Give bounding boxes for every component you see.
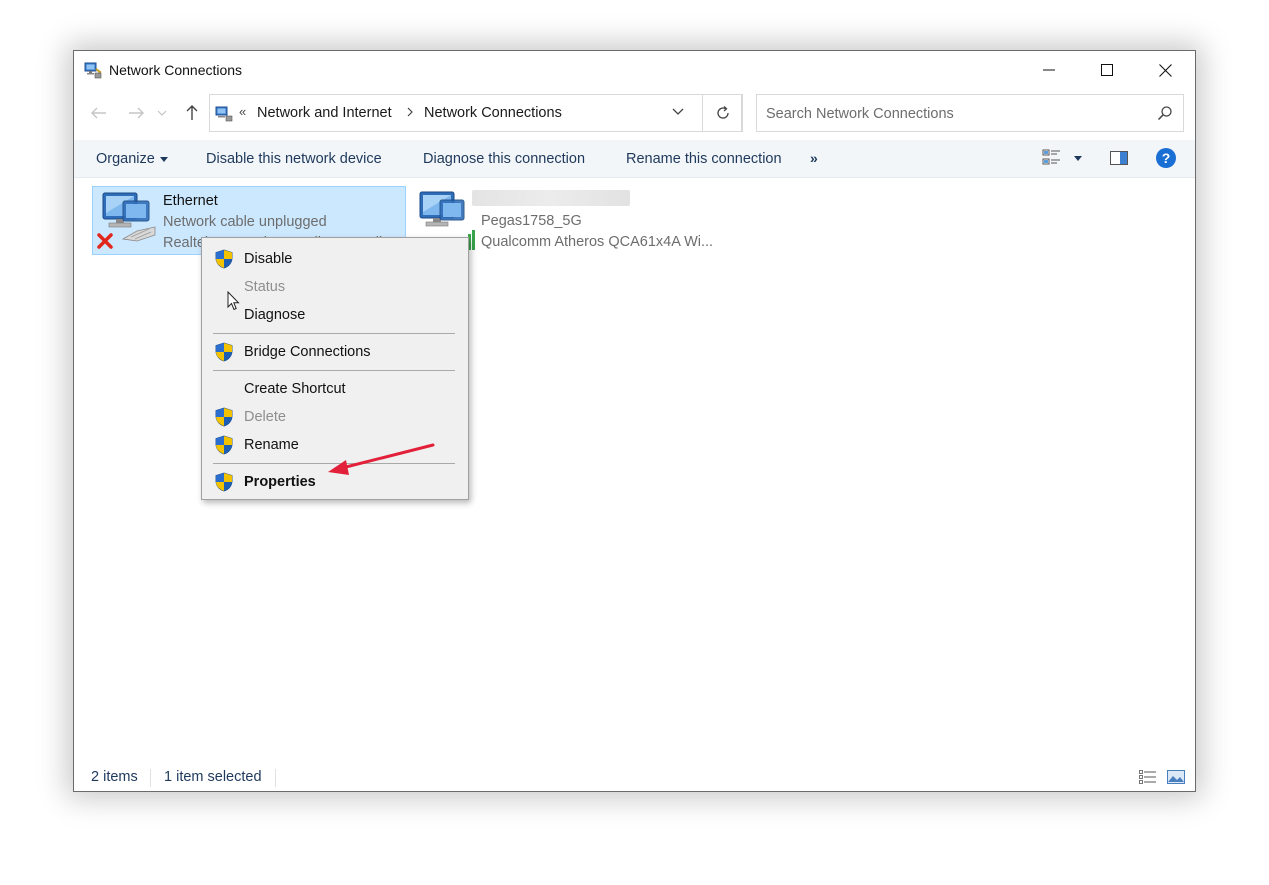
caret-down-icon[interactable] bbox=[1074, 156, 1082, 161]
connection-name-redacted bbox=[472, 190, 630, 206]
breadcrumb-network-connections[interactable]: Network Connections bbox=[424, 105, 562, 121]
menu-item-label: Bridge Connections bbox=[244, 344, 371, 360]
change-view-icon[interactable] bbox=[1042, 148, 1062, 168]
close-button[interactable] bbox=[1136, 51, 1194, 89]
uac-shield-icon bbox=[215, 435, 233, 455]
network-connections-icon bbox=[84, 62, 102, 79]
up-arrow-icon bbox=[186, 105, 198, 120]
status-divider bbox=[150, 769, 151, 787]
menu-item-create-shortcut[interactable]: Create Shortcut bbox=[204, 376, 466, 402]
diagnose-connection-button[interactable]: Diagnose this connection bbox=[423, 151, 585, 167]
command-bar: Organize Disable this network device Dia… bbox=[74, 140, 1195, 178]
preview-pane-icon[interactable] bbox=[1110, 151, 1128, 165]
connection-device: Qualcomm Atheros QCA61x4A Wi... bbox=[481, 234, 714, 250]
minimize-button[interactable] bbox=[1020, 51, 1078, 89]
window-title: Network Connections bbox=[109, 62, 243, 78]
maximize-icon bbox=[1101, 64, 1113, 76]
menu-item-disable[interactable]: Disable bbox=[204, 246, 466, 272]
close-icon bbox=[1158, 63, 1172, 77]
menu-item-delete[interactable]: Delete bbox=[204, 404, 466, 430]
network-connections-window: Network Connections « Network and Intern… bbox=[73, 50, 1196, 792]
connection-status: Pegas1758_5G bbox=[481, 213, 582, 229]
disable-device-button[interactable]: Disable this network device bbox=[206, 151, 382, 167]
back-button[interactable] bbox=[87, 101, 111, 125]
organize-menu-button[interactable]: Organize bbox=[96, 151, 168, 167]
menu-item-label: Disable bbox=[244, 251, 293, 267]
menu-separator bbox=[213, 333, 455, 334]
search-icon[interactable] bbox=[1157, 105, 1173, 121]
menu-item-bridge-connections[interactable]: Bridge Connections bbox=[204, 339, 466, 365]
uac-shield-icon bbox=[215, 249, 233, 269]
minimize-icon bbox=[1043, 69, 1055, 71]
refresh-button[interactable] bbox=[702, 94, 743, 132]
back-arrow-icon bbox=[91, 107, 106, 119]
menu-item-status[interactable]: Status bbox=[204, 274, 466, 300]
connection-name: Ethernet bbox=[163, 193, 218, 209]
search-input[interactable] bbox=[766, 104, 1146, 124]
selection-count: 1 item selected bbox=[164, 769, 262, 785]
menu-item-properties[interactable]: Properties bbox=[204, 469, 466, 495]
uac-shield-icon bbox=[215, 407, 233, 427]
caret-down-icon bbox=[159, 156, 168, 162]
menu-item-label: Rename bbox=[244, 437, 299, 453]
menu-item-label: Create Shortcut bbox=[244, 381, 346, 397]
maximize-button[interactable] bbox=[1078, 51, 1136, 89]
title-bar[interactable]: Network Connections bbox=[74, 51, 1195, 89]
menu-item-label: Status bbox=[244, 279, 286, 295]
details-view-icon[interactable] bbox=[1139, 770, 1157, 784]
rename-connection-button[interactable]: Rename this connection bbox=[626, 151, 782, 167]
up-button[interactable] bbox=[180, 101, 204, 125]
mouse-cursor-icon bbox=[227, 291, 240, 311]
status-divider bbox=[275, 769, 276, 787]
connection-status: Network cable unplugged bbox=[163, 214, 327, 230]
uac-shield-icon bbox=[215, 342, 233, 362]
menu-item-label: Properties bbox=[244, 474, 316, 490]
address-overflow[interactable]: « bbox=[239, 104, 246, 119]
uac-shield-icon bbox=[215, 472, 233, 492]
menu-item-label: Diagnose bbox=[244, 307, 306, 323]
recent-locations-button[interactable] bbox=[154, 101, 170, 125]
chevron-down-icon[interactable] bbox=[672, 108, 684, 116]
navigation-bar: « Network and Internet Network Connectio… bbox=[74, 89, 1195, 137]
menu-item-diagnose[interactable]: Diagnose bbox=[204, 302, 466, 328]
menu-separator bbox=[213, 370, 455, 371]
context-menu: Disable Status Diagnose Bridge Connectio… bbox=[201, 237, 469, 500]
menu-item-label: Delete bbox=[244, 409, 286, 425]
forward-button[interactable] bbox=[124, 101, 148, 125]
organize-label: Organize bbox=[96, 151, 155, 167]
menu-item-rename[interactable]: Rename bbox=[204, 432, 466, 458]
svg-text:?: ? bbox=[1162, 150, 1171, 166]
address-bar[interactable]: « Network and Internet Network Connectio… bbox=[209, 94, 742, 132]
refresh-icon bbox=[716, 106, 729, 119]
chevron-right-icon[interactable] bbox=[406, 106, 414, 118]
help-icon[interactable]: ? bbox=[1155, 147, 1177, 169]
forward-arrow-icon bbox=[129, 107, 144, 119]
item-count: 2 items bbox=[91, 769, 138, 785]
ethernet-adapter-icon bbox=[97, 192, 156, 249]
network-folder-icon bbox=[215, 106, 233, 122]
status-bar: 2 items 1 item selected bbox=[74, 765, 1195, 791]
large-icons-view-icon[interactable] bbox=[1167, 770, 1185, 784]
search-box[interactable] bbox=[756, 94, 1184, 132]
breadcrumb-network-and-internet[interactable]: Network and Internet bbox=[257, 105, 392, 121]
more-commands-button[interactable]: » bbox=[810, 150, 818, 166]
chevron-down-icon bbox=[157, 110, 167, 116]
menu-separator bbox=[213, 463, 455, 464]
